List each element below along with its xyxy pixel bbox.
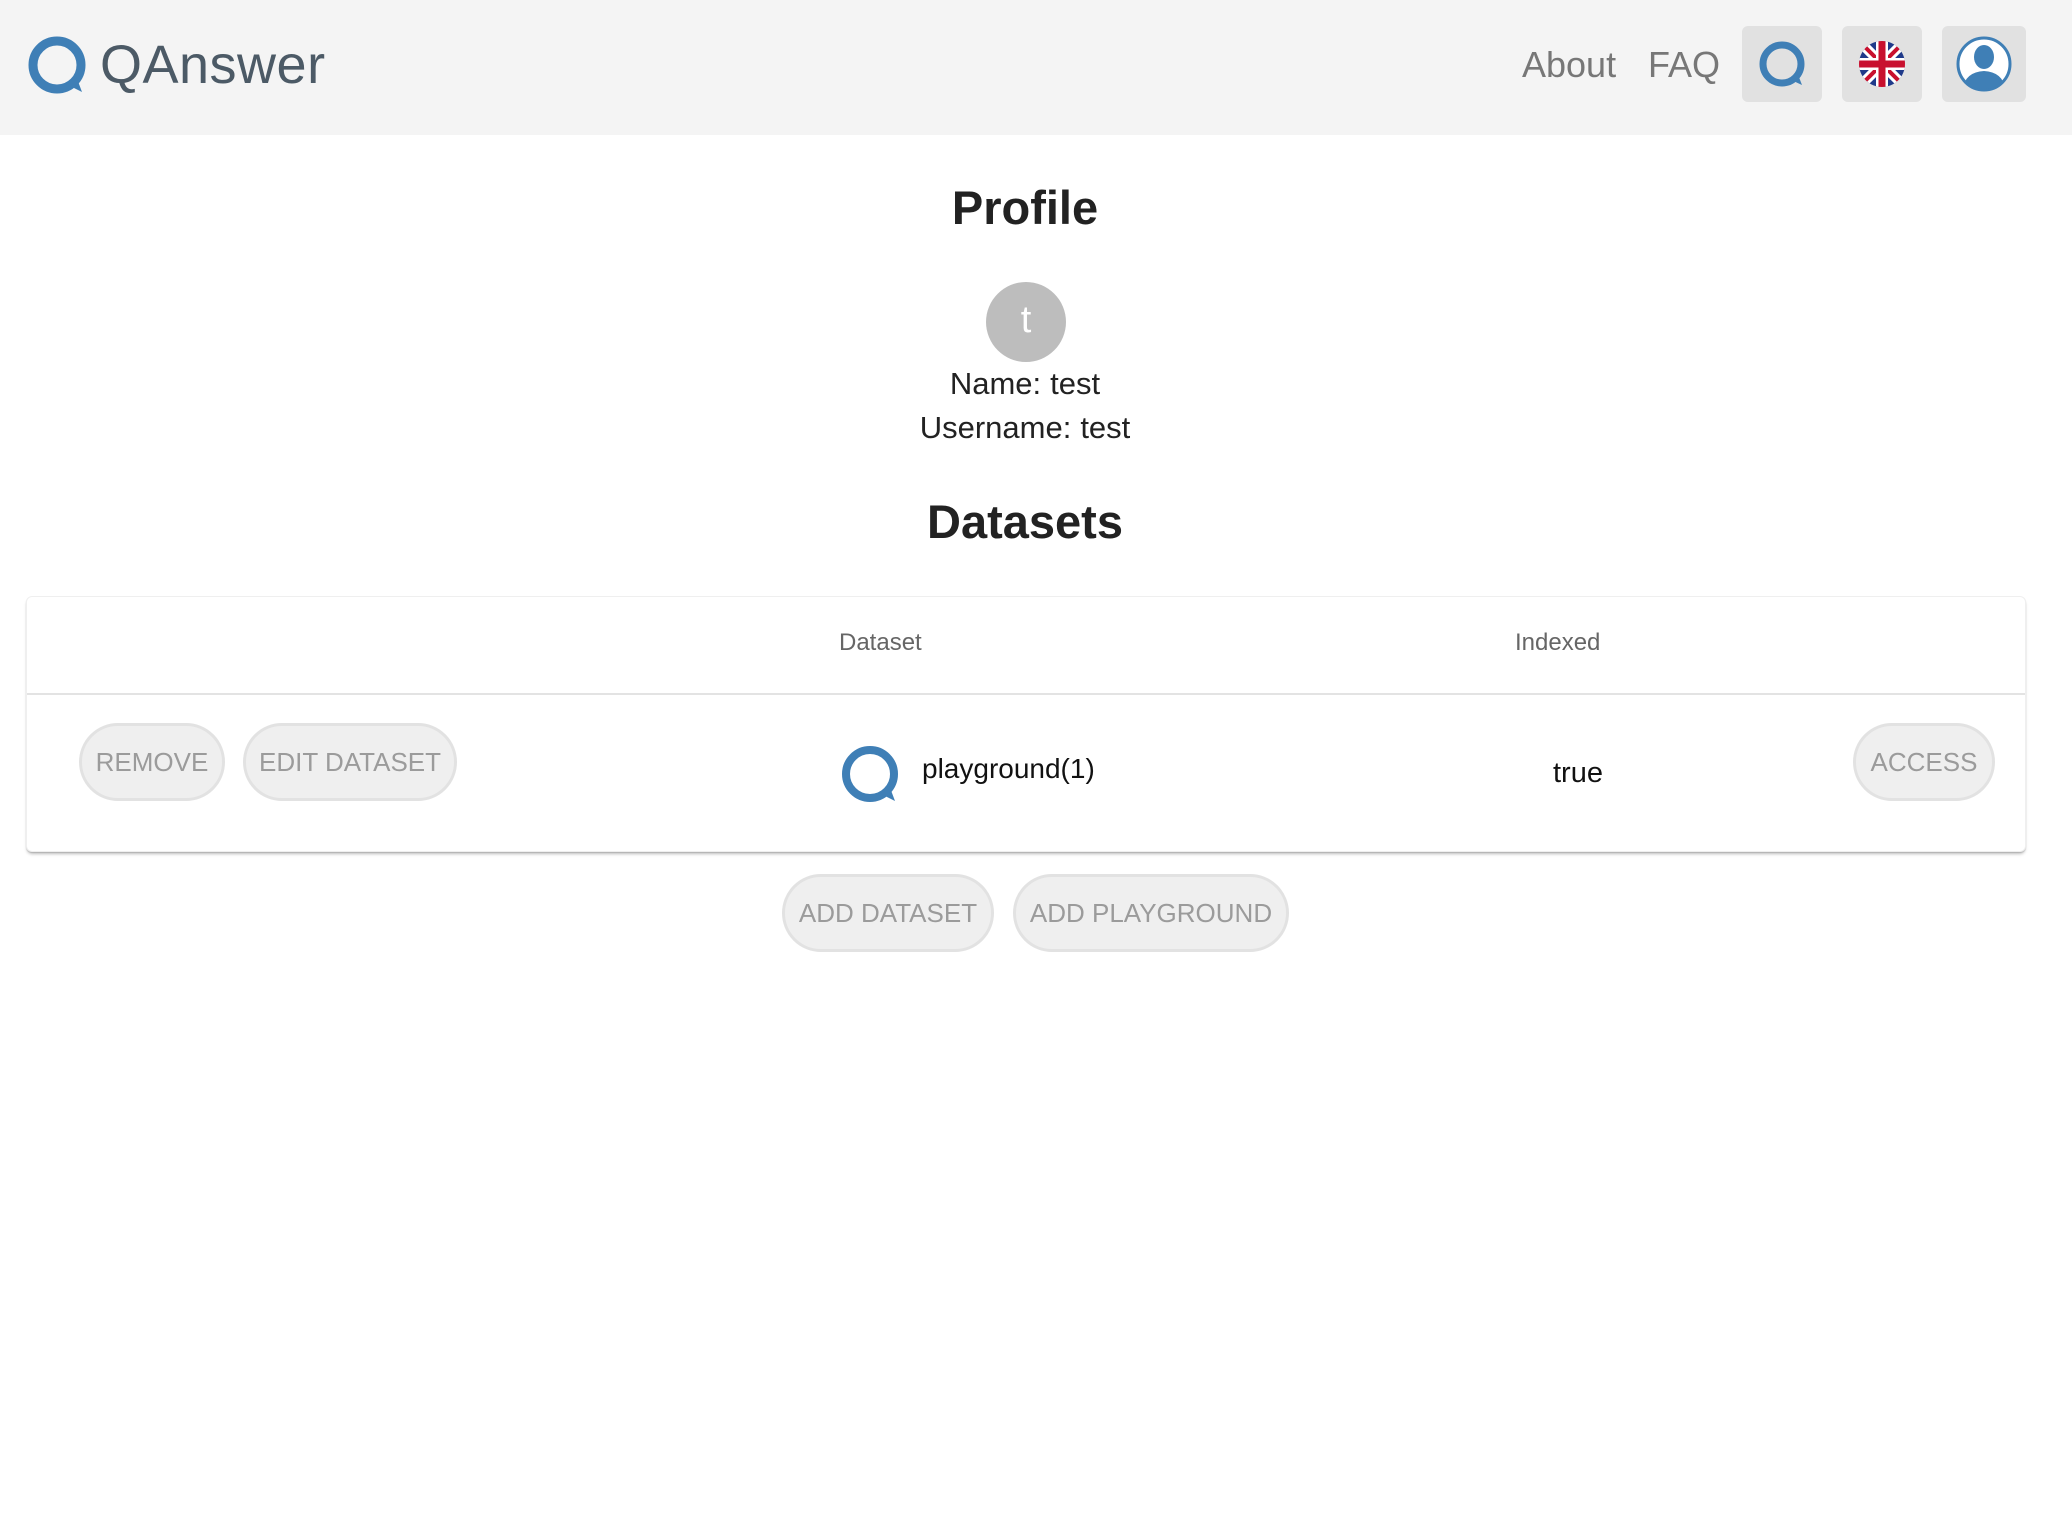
avatar: t [986,282,1066,362]
remove-button[interactable]: REMOVE [79,723,225,801]
name-label: Name: [949,366,1042,401]
table-header: Dataset Indexed [27,597,2025,695]
dataset-logo-icon [842,746,898,802]
column-header-dataset: Dataset [839,629,922,656]
access-button[interactable]: ACCESS [1853,723,1995,801]
profile-title: Profile [951,181,1099,234]
name-value: test [1050,366,1101,401]
column-header-indexed: Indexed [1515,629,1601,656]
qanswer-button[interactable] [1742,26,1822,102]
language-button[interactable] [1842,26,1922,102]
user-avatar-icon [1956,36,2012,92]
add-dataset-button[interactable]: ADD DATASET [782,874,994,952]
qanswer-logo-icon [28,36,86,94]
add-playground-button[interactable]: ADD PLAYGROUND [1013,874,1289,952]
dataset-name: playground(1) [922,753,1095,784]
nav-faq-link[interactable]: FAQ [1648,40,1720,90]
profile-name: Name: test [0,366,2050,402]
brand-name: QAnswer [100,35,326,95]
qanswer-icon [1759,41,1805,87]
dataset-indexed-value: true [1553,757,1603,789]
user-menu-button[interactable] [1942,26,2026,102]
uk-flag-icon [1859,41,1905,87]
home-logo-link[interactable]: QAnswer [26,34,326,96]
edit-dataset-button[interactable]: EDIT DATASET [243,723,457,801]
datasets-title: Datasets [927,495,1123,548]
nav-about-link[interactable]: About [1522,40,1616,90]
username-label: Username: [919,410,1072,445]
profile-username: Username: test [0,410,2050,446]
datasets-table: Dataset Indexed REMOVE EDIT DATASET play… [26,596,2026,852]
top-navbar: QAnswer About FAQ [0,0,2072,135]
username-value: test [1080,410,1131,445]
